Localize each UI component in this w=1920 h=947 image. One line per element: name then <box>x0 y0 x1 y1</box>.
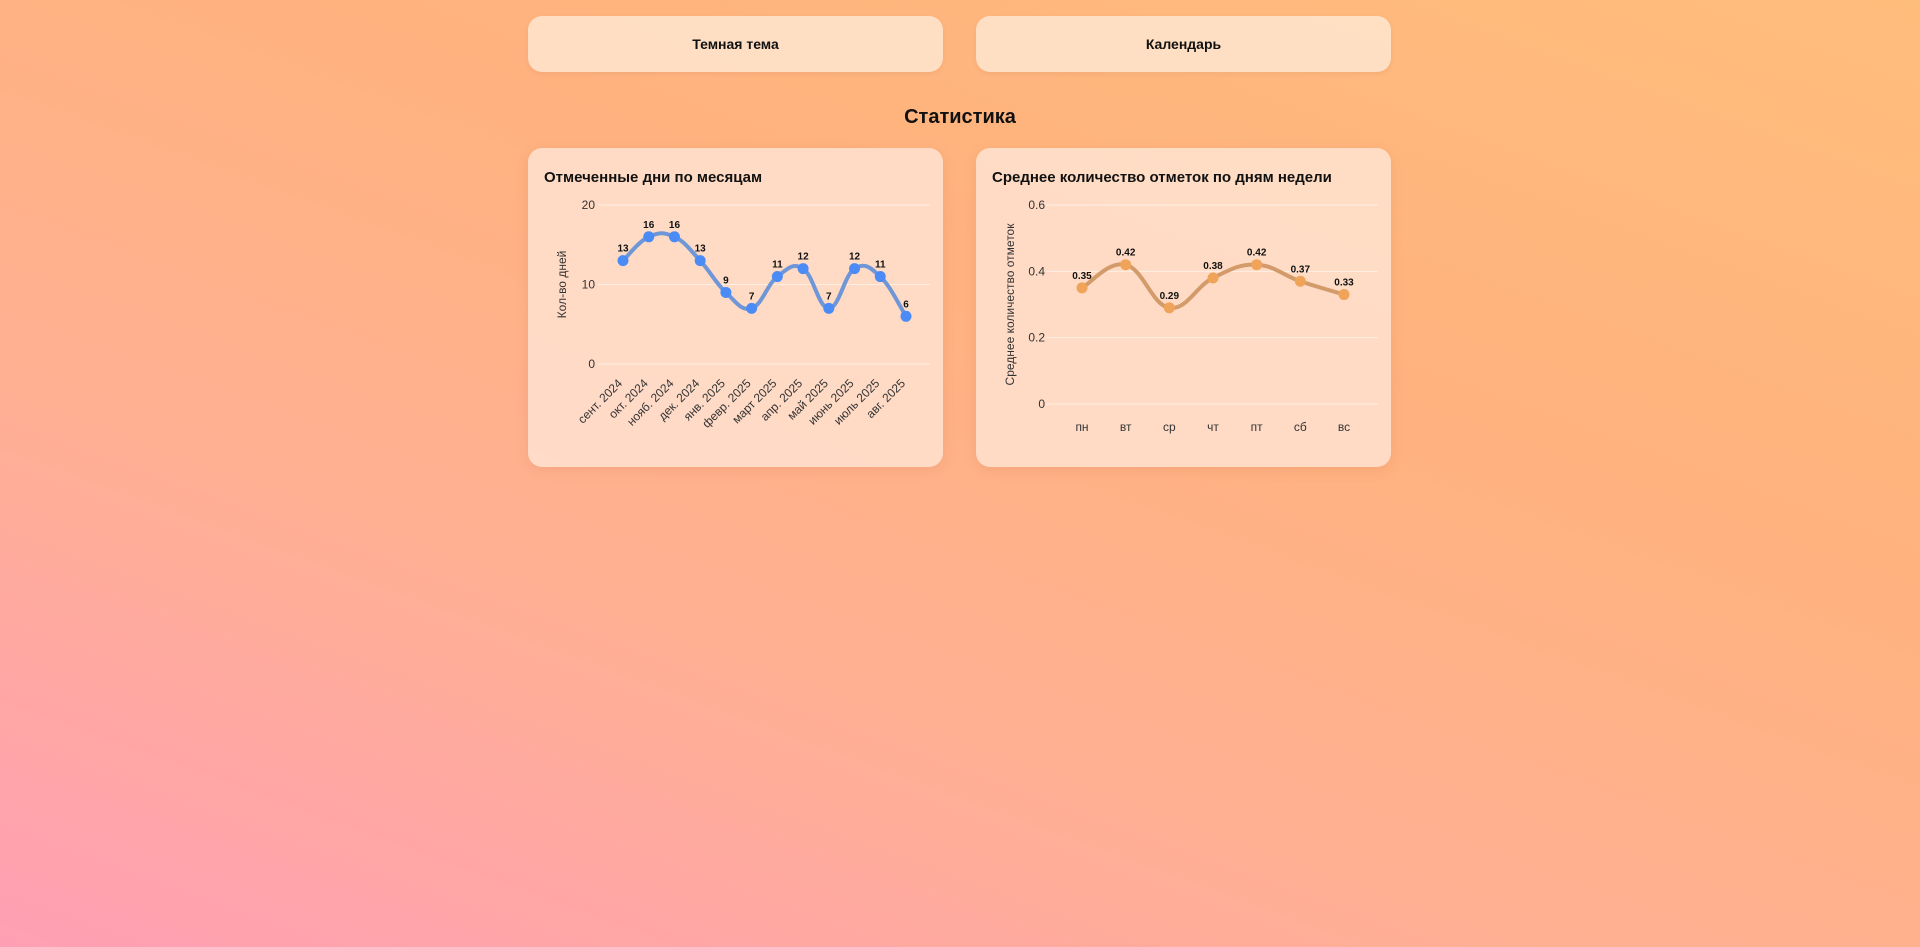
weekday-average-chart: 0 0.2 0.4 0.6 Среднее количество отметок 0.35… <box>1003 198 1378 434</box>
weekday-average-chart-card: Среднее количество отметок по дням недел… <box>976 148 1391 467</box>
x-tick-label: вт <box>1120 420 1132 434</box>
monthly-days-chart: 01020Кол-во дней1316 1613971112712116сент… <box>555 198 930 431</box>
x-tick-label: пн <box>1075 420 1088 434</box>
statistics-heading: Статистика <box>904 106 1016 128</box>
y-axis-label: Среднее количество отметок <box>1003 223 1017 386</box>
monthly-days-chart-card: Отмеченные дни по месяцам 0 10 20 Кол-во дн… <box>528 148 943 467</box>
data-label: 9 <box>723 275 729 286</box>
series-line <box>621 231 908 319</box>
data-label: 0.35 <box>1072 271 1092 282</box>
data-point <box>694 255 706 267</box>
data-point <box>643 231 655 243</box>
y-tick-label: 20 <box>582 198 596 212</box>
data-point <box>617 255 629 267</box>
y-tick-label: 10 <box>582 278 596 292</box>
data-point <box>1207 272 1219 284</box>
data-label: 11 <box>772 260 783 271</box>
data-label: 0.42 <box>1247 248 1267 259</box>
y-tick-label: 0.4 <box>1028 264 1045 278</box>
data-point <box>746 302 758 314</box>
data-point <box>1120 259 1132 271</box>
data-point <box>823 302 835 314</box>
data-point <box>720 286 732 298</box>
data-label: 0.37 <box>1291 264 1311 275</box>
data-label: 12 <box>849 252 861 263</box>
y-tick-label: 0.6 <box>1028 198 1045 212</box>
data-label: 0.38 <box>1203 261 1223 272</box>
data-label: 6 <box>903 299 909 310</box>
data-point <box>874 271 886 283</box>
data-point <box>1251 259 1263 271</box>
data-point <box>1076 282 1088 294</box>
data-label: 13 <box>617 244 629 255</box>
y-tick-label: 0 <box>588 357 595 371</box>
data-point <box>1294 275 1306 287</box>
calendar-button[interactable]: Календарь <box>976 16 1391 72</box>
y-tick-label: 0.2 <box>1028 331 1045 345</box>
x-tick-label: пт <box>1251 420 1263 434</box>
data-point <box>1338 289 1350 301</box>
x-tick-label: вс <box>1338 420 1350 434</box>
data-label: 0.42 <box>1116 248 1136 259</box>
data-label: 16 <box>669 220 681 231</box>
x-tick-label: сб <box>1294 420 1307 434</box>
data-label: 7 <box>826 291 832 302</box>
data-point <box>849 263 861 275</box>
y-axis-label: Кол-во дней <box>555 251 569 319</box>
data-point <box>771 271 783 283</box>
data-point <box>900 310 912 322</box>
data-label: 11 <box>875 260 886 271</box>
data-point <box>1163 302 1175 314</box>
y-tick-label: 0 <box>1038 397 1045 411</box>
data-label: 0.33 <box>1334 278 1354 289</box>
x-tick-label: чт <box>1207 420 1219 434</box>
data-label: 0.29 <box>1160 291 1180 302</box>
data-point <box>668 231 680 243</box>
data-label: 7 <box>749 291 755 302</box>
data-label: 12 <box>798 252 810 263</box>
x-tick-label: ср <box>1163 420 1176 434</box>
data-label: 13 <box>695 244 707 255</box>
data-point <box>797 263 809 275</box>
dark-theme-button[interactable]: Темная тема <box>528 16 943 72</box>
data-label: 16 <box>643 220 655 231</box>
